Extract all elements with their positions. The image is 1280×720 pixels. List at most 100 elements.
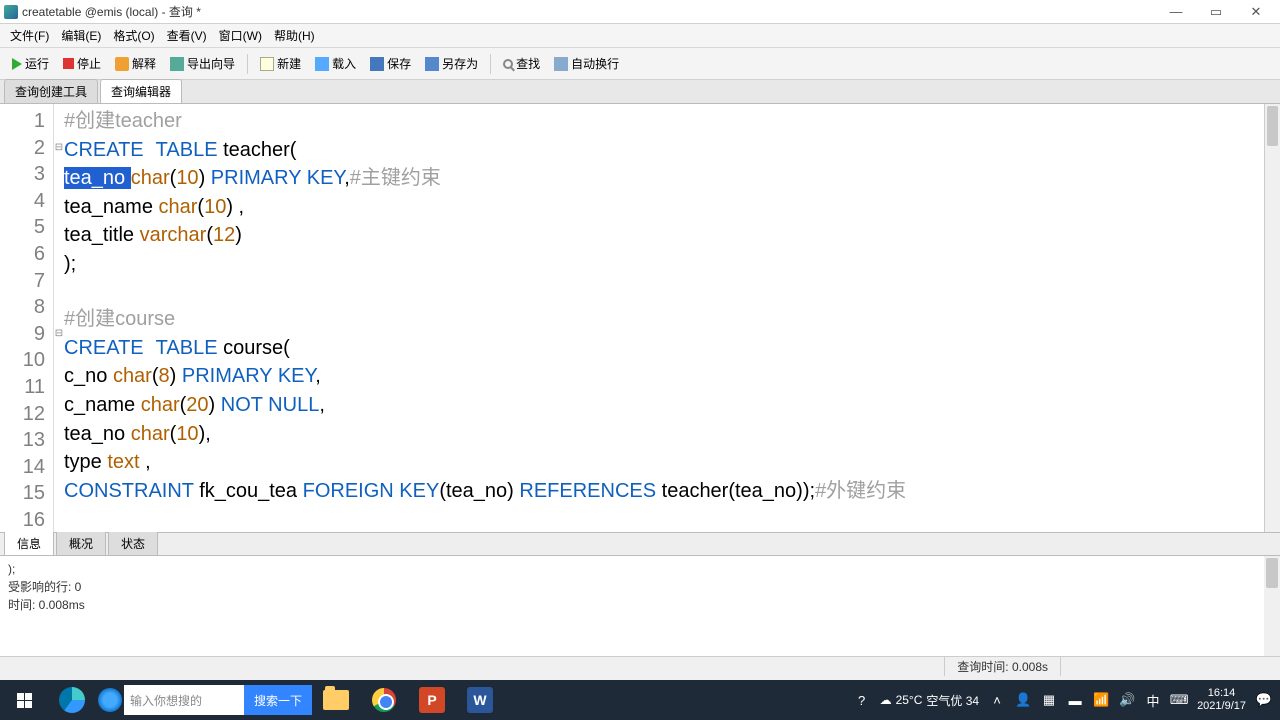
wrap-button[interactable]: 自动换行 — [548, 51, 625, 76]
app-icon — [4, 5, 18, 19]
tab-query-builder[interactable]: 查询创建工具 — [4, 79, 98, 103]
weather-widget[interactable]: ☁ 25°C 空气优 34 — [880, 692, 980, 709]
tab-profile[interactable]: 概况 — [56, 531, 106, 555]
scrollbar-thumb[interactable] — [1267, 106, 1278, 146]
ie-icon — [98, 688, 122, 712]
statusbar: 查询时间: 0.008s — [0, 656, 1280, 676]
close-button[interactable]: ✕ — [1236, 1, 1276, 23]
saveas-button[interactable]: 另存为 — [419, 51, 484, 76]
fold-gutter: ⊟ ⊟ — [54, 104, 64, 532]
explain-label: 解释 — [132, 55, 156, 72]
tab-info[interactable]: 信息 — [4, 531, 54, 555]
keyboard-tray-icon[interactable]: ⌨ — [1171, 692, 1187, 708]
menu-format[interactable]: 格式(O) — [107, 25, 160, 46]
maximize-button[interactable]: ▭ — [1196, 1, 1236, 23]
saveas-label: 另存为 — [442, 55, 478, 72]
edge-icon — [59, 687, 85, 713]
result-scrollbar[interactable] — [1264, 556, 1280, 656]
tray-chevron-icon[interactable]: ˄ — [989, 692, 1005, 708]
edge-button[interactable] — [48, 680, 96, 720]
stop-icon — [63, 58, 74, 69]
folder-icon — [323, 690, 349, 710]
people-tray-icon[interactable]: 👤 — [1015, 692, 1031, 708]
load-button[interactable]: 载入 — [309, 51, 362, 76]
save-button[interactable]: 保存 — [364, 51, 417, 76]
clock-time: 16:14 — [1197, 687, 1246, 700]
export-button[interactable]: 导出向导 — [164, 51, 241, 76]
load-label: 载入 — [332, 55, 356, 72]
load-icon — [315, 57, 329, 71]
find-label: 查找 — [516, 55, 540, 72]
toolbar-separator — [247, 54, 248, 74]
ime-indicator[interactable]: 中 — [1145, 692, 1161, 708]
weather-text: 空气优 34 — [926, 692, 979, 709]
new-button[interactable]: 新建 — [254, 51, 307, 76]
wifi-tray-icon[interactable]: 📶 — [1093, 692, 1109, 708]
tab-status[interactable]: 状态 — [108, 531, 158, 555]
editor-tabbar: 查询创建工具 查询编辑器 — [0, 80, 1280, 104]
file-explorer-button[interactable] — [312, 680, 360, 720]
menu-view[interactable]: 查看(V) — [161, 25, 213, 46]
line-gutter: 1234 5678 9101112 13141516 — [0, 104, 54, 532]
new-icon — [260, 57, 274, 71]
explain-button[interactable]: 解释 — [109, 51, 162, 76]
window-title: createtable @emis (local) - 查询 * — [22, 3, 1156, 20]
status-empty — [1060, 657, 1280, 676]
toolbar-separator — [490, 54, 491, 74]
search-placeholder: 输入你想搜的 — [130, 692, 202, 709]
new-label: 新建 — [277, 55, 301, 72]
result-line: ); — [8, 560, 1272, 578]
toolbar: 运行 停止 解释 导出向导 新建 载入 保存 另存为 查找 自动换行 — [0, 48, 1280, 80]
export-icon — [170, 57, 184, 71]
help-tray-icon[interactable]: ? — [854, 692, 870, 708]
word-icon: W — [467, 687, 493, 713]
fold-marker[interactable]: ⊟ — [54, 321, 64, 348]
windows-icon — [17, 693, 32, 708]
find-button[interactable]: 查找 — [497, 51, 546, 76]
explain-icon — [115, 57, 129, 71]
volume-tray-icon[interactable]: 🔊 — [1119, 692, 1135, 708]
search-widget[interactable]: 输入你想搜的 搜索一下 — [96, 680, 312, 720]
editor-scrollbar[interactable] — [1264, 104, 1280, 532]
menu-bar: 文件(F) 编辑(E) 格式(O) 查看(V) 窗口(W) 帮助(H) — [0, 24, 1280, 48]
code-editor[interactable]: 1234 5678 9101112 13141516 ⊟ ⊟ #创建teache… — [0, 104, 1280, 532]
powerpoint-icon: P — [419, 687, 445, 713]
taskbar-clock[interactable]: 16:14 2021/9/17 — [1197, 687, 1246, 713]
scrollbar-thumb[interactable] — [1266, 558, 1278, 588]
minimize-button[interactable]: — — [1156, 1, 1196, 23]
result-pane: ); 受影响的行: 0 时间: 0.008ms — [0, 556, 1280, 656]
word-button[interactable]: W — [456, 680, 504, 720]
menu-edit[interactable]: 编辑(E) — [55, 25, 107, 46]
menu-window[interactable]: 窗口(W) — [213, 25, 268, 46]
saveas-icon — [425, 57, 439, 71]
menu-file[interactable]: 文件(F) — [4, 25, 55, 46]
code-area[interactable]: #创建teacher CREATE TABLE teacher( tea_no … — [64, 104, 1264, 532]
app-tray-icon[interactable]: ▦ — [1041, 692, 1057, 708]
stop-button[interactable]: 停止 — [57, 51, 107, 76]
title-bar: createtable @emis (local) - 查询 * — ▭ ✕ — [0, 0, 1280, 24]
taskbar-search-input[interactable]: 输入你想搜的 — [124, 685, 244, 715]
tab-query-editor[interactable]: 查询编辑器 — [100, 79, 182, 103]
notification-tray-icon[interactable]: 💬 — [1256, 692, 1272, 708]
menu-help[interactable]: 帮助(H) — [268, 25, 321, 46]
baidu-search-button[interactable]: 搜索一下 — [244, 685, 312, 715]
save-label: 保存 — [387, 55, 411, 72]
search-icon — [503, 59, 513, 69]
export-label: 导出向导 — [187, 55, 235, 72]
run-icon — [12, 58, 22, 70]
run-label: 运行 — [25, 55, 49, 72]
run-button[interactable]: 运行 — [6, 51, 55, 76]
result-affected-rows: 受影响的行: 0 — [8, 578, 1272, 596]
fold-marker[interactable]: ⊟ — [54, 135, 64, 162]
start-button[interactable] — [0, 680, 48, 720]
battery-tray-icon[interactable]: ▬ — [1067, 692, 1083, 708]
weather-temp: 25°C — [896, 693, 923, 707]
powerpoint-button[interactable]: P — [408, 680, 456, 720]
chrome-icon — [372, 688, 396, 712]
chrome-button[interactable] — [360, 680, 408, 720]
result-tabbar: 信息 概况 状态 — [0, 532, 1280, 556]
clock-date: 2021/9/17 — [1197, 700, 1246, 713]
selection: tea_no — [64, 167, 131, 189]
cloud-icon: ☁ — [880, 693, 892, 707]
wrap-label: 自动换行 — [571, 55, 619, 72]
